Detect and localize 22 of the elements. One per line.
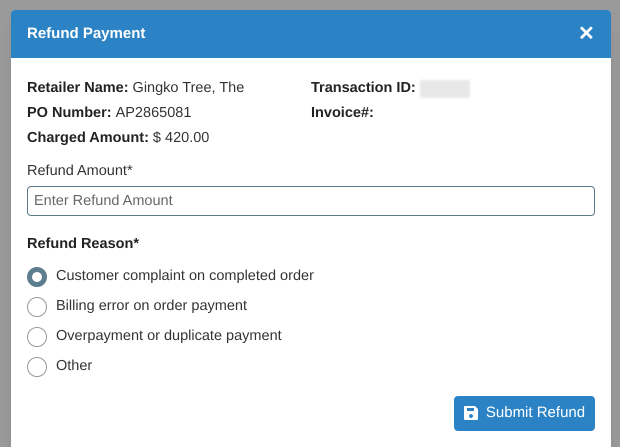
field-value: $ 420.00 xyxy=(152,128,210,148)
option-label: Overpayment or duplicate payment xyxy=(56,326,282,346)
field-label: Refund Amount* xyxy=(27,162,134,181)
option-label: Other xyxy=(56,356,92,376)
option-label: Customer complaint on completed order xyxy=(56,266,314,286)
field-value: AP2865081 xyxy=(116,104,192,123)
field-label: Retailer Name: xyxy=(27,78,129,98)
field-label: Transaction ID: xyxy=(311,78,416,98)
field-label: PO Number: xyxy=(27,104,112,123)
radio-button[interactable] xyxy=(27,296,47,316)
radio-button[interactable] xyxy=(27,326,47,346)
submit-refund-button[interactable]: Submit Refund xyxy=(454,396,595,430)
radio-button[interactable] xyxy=(27,356,47,376)
field-label: Charged Amount: xyxy=(27,128,149,148)
field-value: Gingko Tree, The xyxy=(132,78,244,98)
option-label: Billing error on order payment xyxy=(56,296,248,316)
dialog-title: Refund Payment xyxy=(27,24,146,44)
refund-amount-field[interactable]: Enter Refund Amount xyxy=(27,186,595,216)
section-label: Refund Reason* xyxy=(27,234,140,254)
radio-button[interactable] xyxy=(27,266,47,286)
close-button[interactable]: ✕ xyxy=(578,24,595,44)
field-label: Invoice#: xyxy=(311,104,374,123)
